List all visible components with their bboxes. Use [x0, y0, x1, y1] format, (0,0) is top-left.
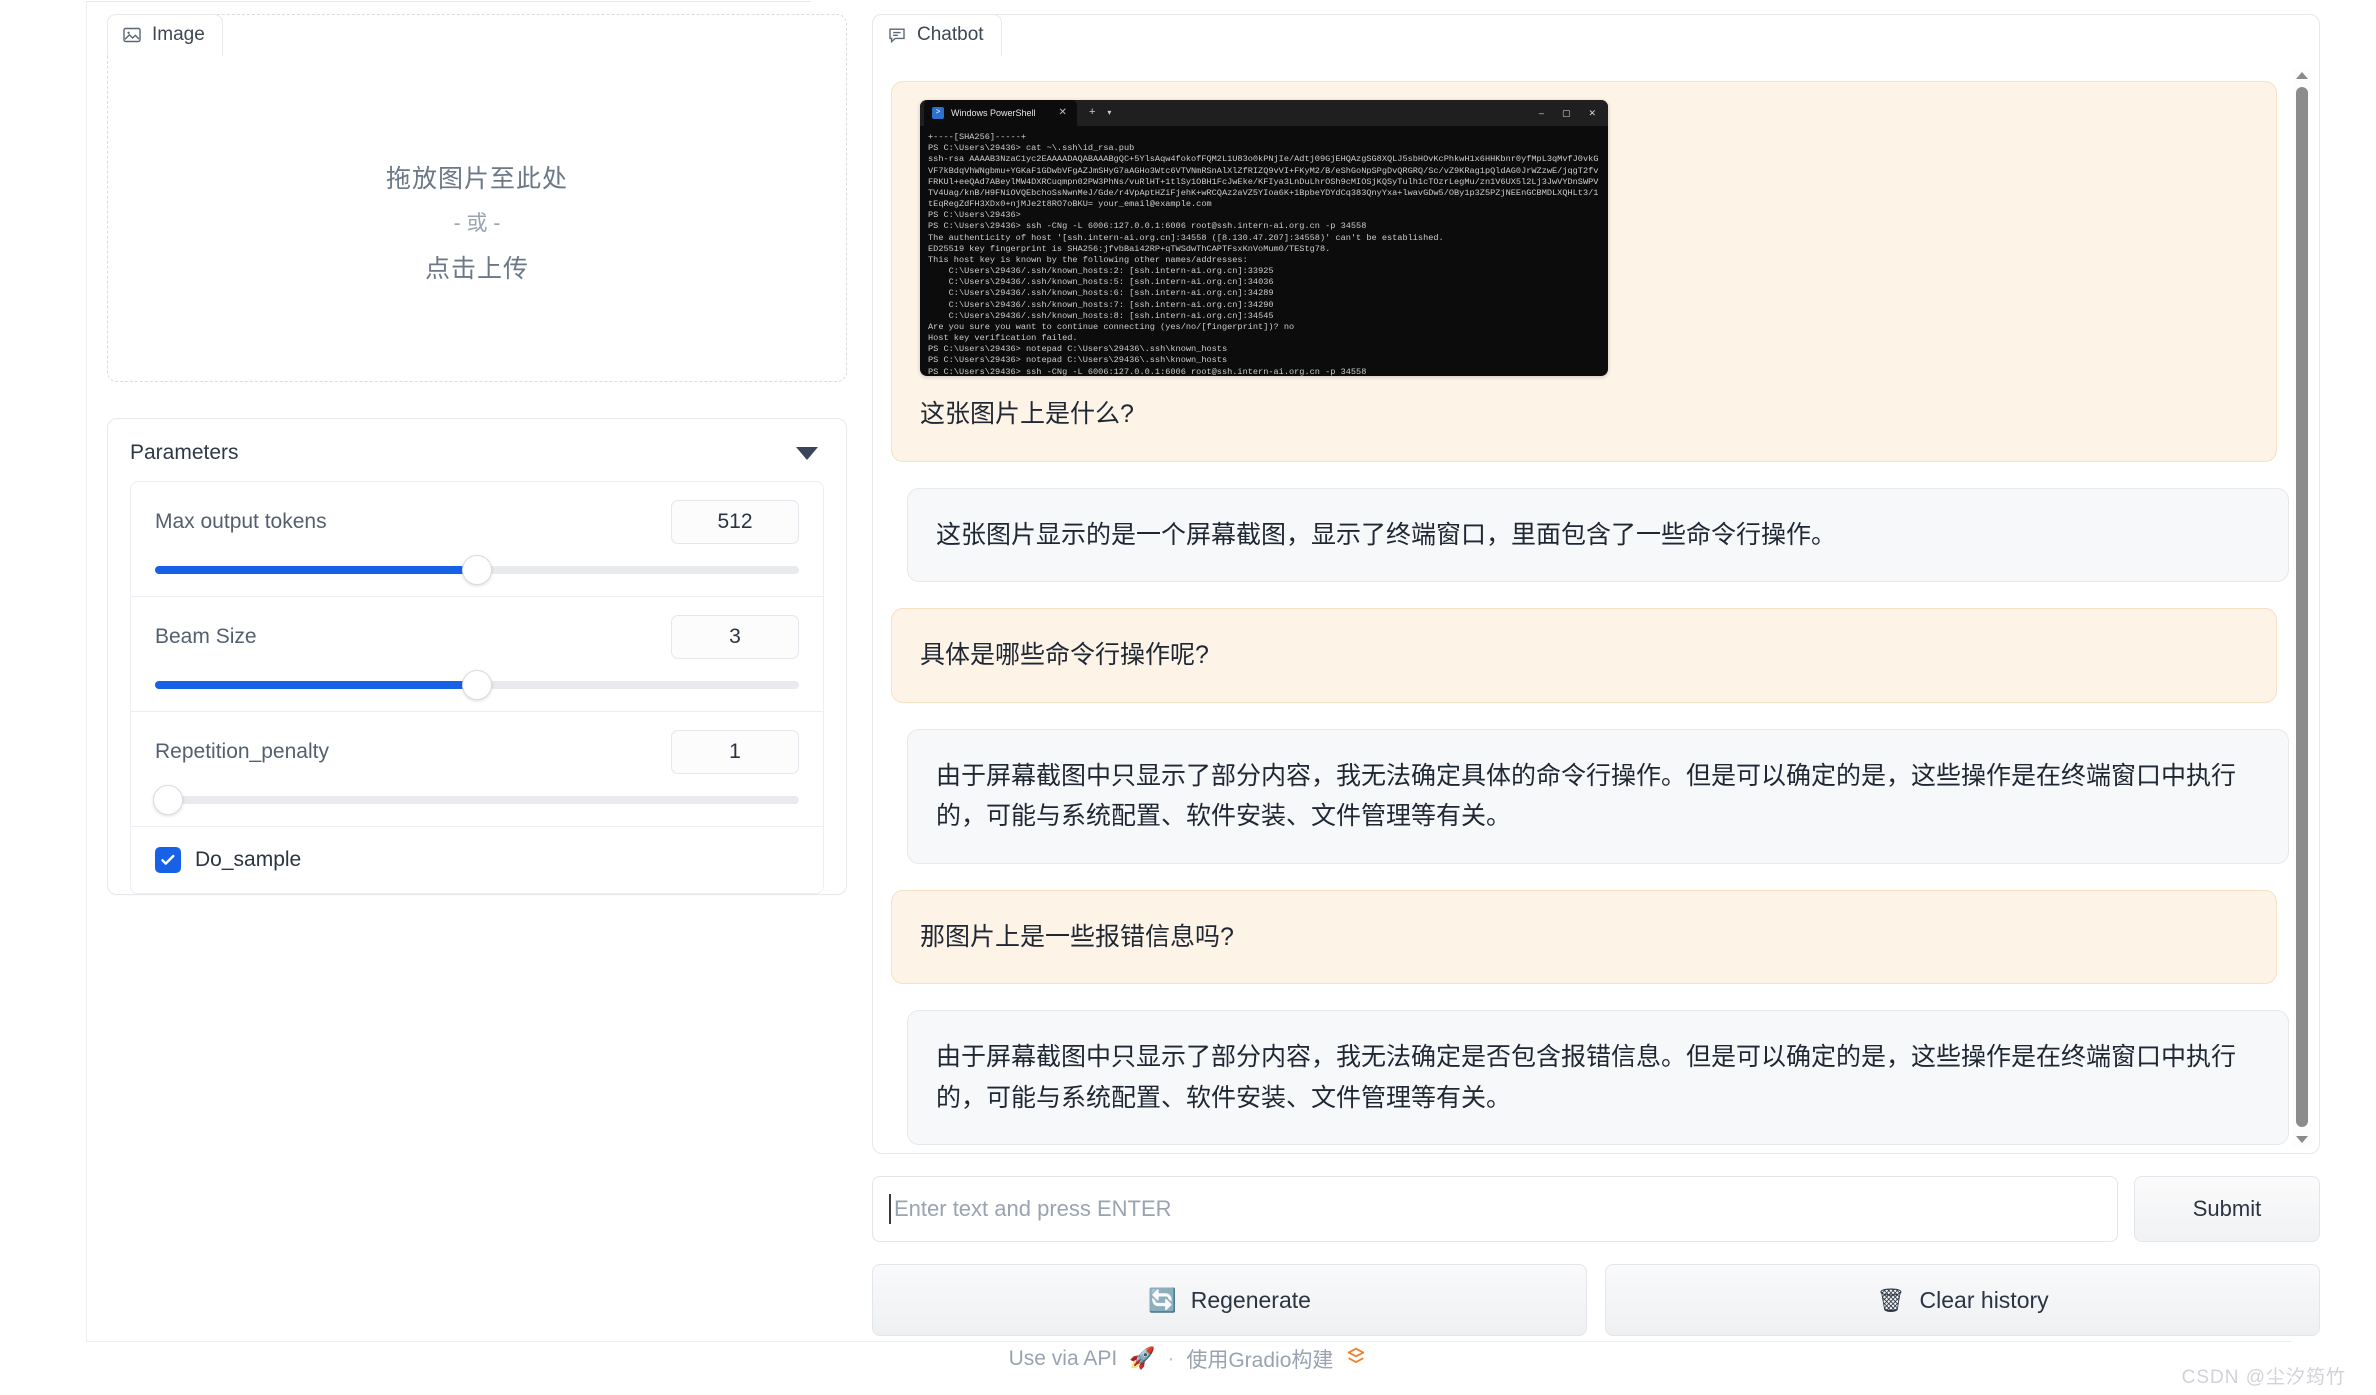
close-icon: ✕: [1588, 106, 1596, 121]
image-panel-tab-label: Image: [152, 24, 205, 46]
parameters-header[interactable]: Parameters: [108, 419, 846, 481]
csdn-watermark: CSDN @尘汐筠竹: [2182, 1362, 2346, 1389]
slider-track-repetition-penalty[interactable]: [155, 796, 799, 804]
slider-row-beam-size: Beam Size 3: [131, 597, 823, 712]
footer-separator: ·: [1167, 1347, 1174, 1371]
slider-thumb-max-output-tokens[interactable]: [462, 555, 492, 585]
slider-track-beam-size[interactable]: [155, 681, 799, 689]
slider-value-beam-size[interactable]: 3: [671, 615, 799, 659]
drop-instruction-or: - 或 -: [454, 207, 501, 237]
chat-message-user: 那图片上是一些报错信息吗?: [891, 890, 2277, 985]
regenerate-button-label: Regenerate: [1191, 1287, 1311, 1314]
close-icon: ✕: [1059, 105, 1067, 121]
footer: Use via API 🚀 · 使用Gradio构建: [0, 1344, 2376, 1374]
chatbot-panel-tab-label: Chatbot: [917, 24, 984, 46]
container-top-rule-left: [86, 1, 811, 2]
terminal-window-title: Windows PowerShell: [951, 106, 1036, 121]
chat-message-text: 那图片上是一些报错信息吗?: [920, 923, 1234, 951]
image-panel-tab: Image: [107, 14, 223, 56]
left-column: Image 拖放图片至此处 - 或 - 点击上传 Parameters Max …: [107, 14, 847, 895]
parameters-title: Parameters: [130, 441, 239, 465]
image-upload-panel[interactable]: Image 拖放图片至此处 - 或 - 点击上传: [107, 14, 847, 382]
built-with-gradio-link[interactable]: 使用Gradio构建: [1186, 1344, 1333, 1374]
scroll-up-arrow-icon[interactable]: [2294, 67, 2310, 83]
chat-message-list[interactable]: > Windows PowerShell ✕ + ▾ – ▢ ✕: [873, 63, 2319, 1152]
gradio-logo-icon: [1345, 1345, 1367, 1373]
caret-down-icon[interactable]: [796, 447, 818, 460]
slider-row-max-output-tokens: Max output tokens 512: [131, 482, 823, 597]
slider-label-max-output-tokens: Max output tokens: [155, 510, 327, 534]
minimize-icon: –: [1539, 106, 1544, 121]
slider-row-repetition-penalty: Repetition_penalty 1: [131, 712, 823, 827]
chat-input-row: Enter text and press ENTER Submit: [872, 1176, 2320, 1242]
image-drop-area[interactable]: 拖放图片至此处 - 或 - 点击上传: [108, 63, 846, 381]
chat-message-user: > Windows PowerShell ✕ + ▾ – ▢ ✕: [891, 81, 2277, 462]
slider-thumb-repetition-penalty[interactable]: [153, 785, 183, 815]
right-column: Chatbot > Windows PowerShell ✕ + ▾: [872, 14, 2320, 1336]
clear-history-button-label: Clear history: [1920, 1287, 2049, 1314]
chat-scrollbar-thumb[interactable]: [2296, 87, 2308, 1127]
terminal-output-text: +----[SHA256]-----+ PS C:\Users\29436> c…: [920, 126, 1608, 376]
use-via-api-link[interactable]: Use via API: [1009, 1347, 1118, 1371]
slider-value-max-output-tokens[interactable]: 512: [671, 500, 799, 544]
chat-message-text: 由于屏幕截图中只显示了部分内容，我无法确定具体的命令行操作。但是可以确定的是，这…: [936, 762, 2236, 831]
chat-text-input[interactable]: Enter text and press ENTER: [872, 1176, 2118, 1242]
chat-action-row: 🔄 Regenerate 🗑 Clear history: [872, 1264, 2320, 1336]
gradio-app-root: Image 拖放图片至此处 - 或 - 点击上传 Parameters Max …: [0, 0, 2376, 1395]
chat-message-text: 这张图片上是什么?: [920, 394, 2248, 435]
terminal-tab: > Windows PowerShell ✕: [924, 100, 1077, 126]
do-sample-label: Do_sample: [195, 848, 301, 872]
check-icon[interactable]: [155, 847, 181, 873]
maximize-icon: ▢: [1562, 106, 1571, 121]
slider-label-repetition-penalty: Repetition_penalty: [155, 740, 329, 764]
regenerate-button[interactable]: 🔄 Regenerate: [872, 1264, 1587, 1336]
parameters-panel: Parameters Max output tokens 512: [107, 418, 847, 895]
chat-message-bot: 由于屏幕截图中只显示了部分内容，我无法确定具体的命令行操作。但是可以确定的是，这…: [907, 729, 2289, 864]
chat-scrollbar[interactable]: [2293, 67, 2311, 1147]
container-left-rule: [86, 1, 87, 1341]
trash-icon: 🗑: [1876, 1289, 1905, 1312]
chat-message-text: 由于屏幕截图中只显示了部分内容，我无法确定是否包含报错信息。但是可以确定的是，这…: [936, 1043, 2236, 1112]
rocket-icon: 🚀: [1129, 1347, 1155, 1371]
do-sample-checkbox-row[interactable]: Do_sample: [131, 827, 823, 893]
powershell-logo-icon: >: [932, 107, 944, 119]
image-icon: [122, 25, 142, 45]
terminal-screenshot-thumbnail[interactable]: > Windows PowerShell ✕ + ▾ – ▢ ✕: [920, 100, 1608, 376]
chevron-down-icon: ▾: [1107, 107, 1111, 120]
chatbot-panel-tab: Chatbot: [872, 14, 1002, 56]
refresh-icon: 🔄: [1148, 1289, 1177, 1312]
chat-message-user: 具体是哪些命令行操作呢?: [891, 608, 2277, 703]
chatbot-panel: Chatbot > Windows PowerShell ✕ + ▾: [872, 14, 2320, 1154]
chat-icon: [887, 25, 907, 45]
chat-message-bot: 由于屏幕截图中只显示了部分内容，我无法确定是否包含报错信息。但是可以确定的是，这…: [907, 1010, 2289, 1145]
plus-icon: +: [1089, 104, 1095, 122]
chat-message-bot: 这张图片显示的是一个屏幕截图，显示了终端窗口，里面包含了一些命令行操作。: [907, 488, 2289, 583]
container-bottom-rule: [86, 1341, 2292, 1342]
slider-thumb-beam-size[interactable]: [462, 670, 492, 700]
slider-value-repetition-penalty[interactable]: 1: [671, 730, 799, 774]
slider-track-max-output-tokens[interactable]: [155, 566, 799, 574]
chat-message-text: 具体是哪些命令行操作呢?: [920, 641, 1209, 669]
parameters-controls: Max output tokens 512 Beam Size 3: [130, 481, 824, 894]
submit-button[interactable]: Submit: [2134, 1176, 2320, 1242]
click-to-upload-label[interactable]: 点击上传: [425, 249, 529, 285]
text-caret: [889, 1194, 891, 1224]
drop-instruction-primary: 拖放图片至此处: [386, 159, 568, 195]
chat-input-placeholder: Enter text and press ENTER: [894, 1196, 1172, 1222]
terminal-title-bar: > Windows PowerShell ✕ + ▾ – ▢ ✕: [920, 100, 1608, 126]
chat-message-text: 这张图片显示的是一个屏幕截图，显示了终端窗口，里面包含了一些命令行操作。: [936, 521, 1836, 549]
scroll-down-arrow-icon[interactable]: [2294, 1131, 2310, 1147]
clear-history-button[interactable]: 🗑 Clear history: [1605, 1264, 2320, 1336]
slider-label-beam-size: Beam Size: [155, 625, 257, 649]
